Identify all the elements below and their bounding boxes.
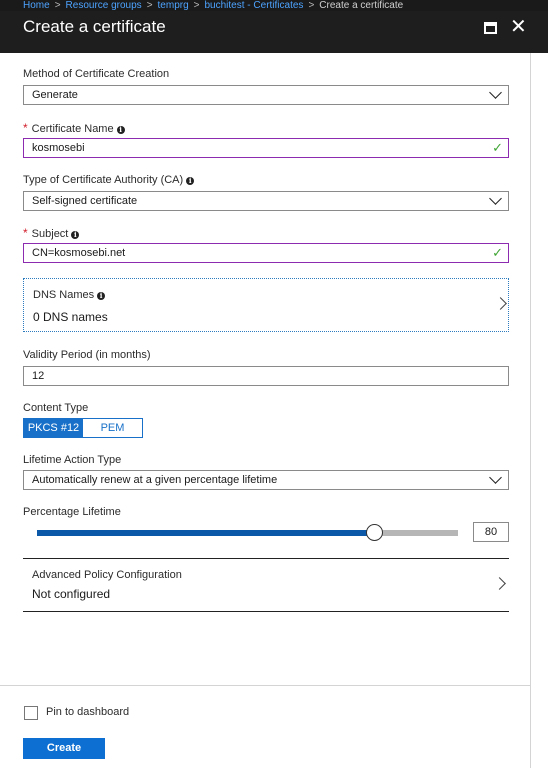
- checkmark-icon: ✓: [492, 140, 503, 155]
- ca-type-label: Type of Certificate Authority (CA) i: [23, 174, 195, 186]
- breadcrumb-resource-groups[interactable]: Resource groups: [66, 0, 142, 11]
- blade-title: Create a certificate: [23, 17, 166, 36]
- breadcrumb-separator: >: [146, 0, 153, 11]
- cert-name-input[interactable]: kosmosebi ✓: [23, 138, 509, 158]
- chevron-right-icon: [494, 297, 507, 310]
- validity-label: Validity Period (in months): [23, 349, 151, 361]
- cert-name-label: * Certificate Name i: [23, 121, 125, 135]
- lifetime-action-label: Lifetime Action Type: [23, 454, 122, 466]
- dns-names-selector[interactable]: DNS Names i 0 DNS names: [23, 278, 509, 332]
- checkmark-icon: ✓: [492, 245, 503, 260]
- breadcrumb-separator: >: [193, 0, 200, 11]
- required-asterisk: *: [23, 226, 28, 240]
- subject-label: * Subject i: [23, 226, 80, 240]
- ca-type-select[interactable]: Self-signed certificate: [23, 191, 509, 211]
- maximize-icon[interactable]: [484, 22, 497, 34]
- dns-names-label: DNS Names i: [33, 289, 106, 301]
- pin-checkbox[interactable]: [24, 706, 38, 720]
- info-icon[interactable]: i: [97, 292, 106, 300]
- create-button[interactable]: Create: [23, 738, 105, 759]
- breadcrumb-certificates[interactable]: buchitest - Certificates: [205, 0, 304, 11]
- advanced-policy-value: Not configured: [32, 587, 111, 601]
- info-icon[interactable]: i: [116, 126, 125, 134]
- percentage-lifetime-label: Percentage Lifetime: [23, 506, 121, 518]
- breadcrumb-temprg[interactable]: temprg: [158, 0, 189, 11]
- chevron-down-icon: [489, 192, 502, 205]
- breadcrumb-separator: >: [54, 0, 61, 11]
- cert-name-value: kosmosebi: [32, 142, 85, 154]
- lifetime-action-select[interactable]: Automatically renew at a given percentag…: [23, 470, 509, 490]
- validity-input[interactable]: 12: [23, 366, 509, 386]
- blade-footer: Pin to dashboard Create: [0, 685, 531, 768]
- dns-names-value: 0 DNS names: [33, 310, 108, 324]
- content-type-pkcs12[interactable]: PKCS #12: [24, 419, 83, 437]
- slider-thumb[interactable]: [365, 524, 383, 541]
- method-label: Method of Certificate Creation: [23, 68, 170, 80]
- content-type-label: Content Type: [23, 402, 89, 414]
- percentage-input[interactable]: 80: [473, 522, 509, 542]
- close-icon[interactable]: ✕: [510, 17, 527, 37]
- required-asterisk: *: [23, 121, 28, 135]
- method-select-value: Generate: [32, 89, 78, 101]
- chevron-down-icon: [489, 471, 502, 484]
- content-type-pem[interactable]: PEM: [83, 419, 142, 437]
- validity-value: 12: [32, 370, 45, 382]
- slider-fill: [37, 530, 374, 536]
- percentage-slider[interactable]: [37, 524, 458, 541]
- percentage-value: 80: [484, 526, 498, 538]
- info-icon[interactable]: i: [186, 177, 195, 185]
- info-icon[interactable]: i: [71, 231, 80, 239]
- method-select[interactable]: Generate: [23, 85, 509, 105]
- advanced-policy-label: Advanced Policy Configuration: [32, 569, 182, 581]
- breadcrumb: Home > Resource groups > temprg > buchitest - …: [0, 0, 548, 11]
- breadcrumb-home[interactable]: Home: [23, 0, 50, 11]
- chevron-right-icon: [493, 577, 506, 590]
- advanced-policy-selector[interactable]: Advanced Policy Configuration Not config…: [23, 558, 509, 612]
- pin-label: Pin to dashboard: [46, 706, 130, 718]
- chevron-down-icon: [489, 86, 502, 99]
- ca-type-select-value: Self-signed certificate: [32, 195, 138, 207]
- blade-header: Create a certificate ✕: [0, 11, 548, 53]
- breadcrumb-current: Create a certificate: [319, 0, 404, 11]
- breadcrumb-separator: >: [308, 0, 315, 11]
- lifetime-action-value: Automatically renew at a given percentag…: [32, 474, 278, 486]
- subject-input[interactable]: CN=kosmosebi.net ✓: [23, 243, 509, 263]
- content-type-toggle: PKCS #12 PEM: [23, 418, 143, 438]
- subject-value: CN=kosmosebi.net: [32, 247, 126, 259]
- create-certificate-panel: Method of Certificate Creation Generate …: [0, 53, 531, 768]
